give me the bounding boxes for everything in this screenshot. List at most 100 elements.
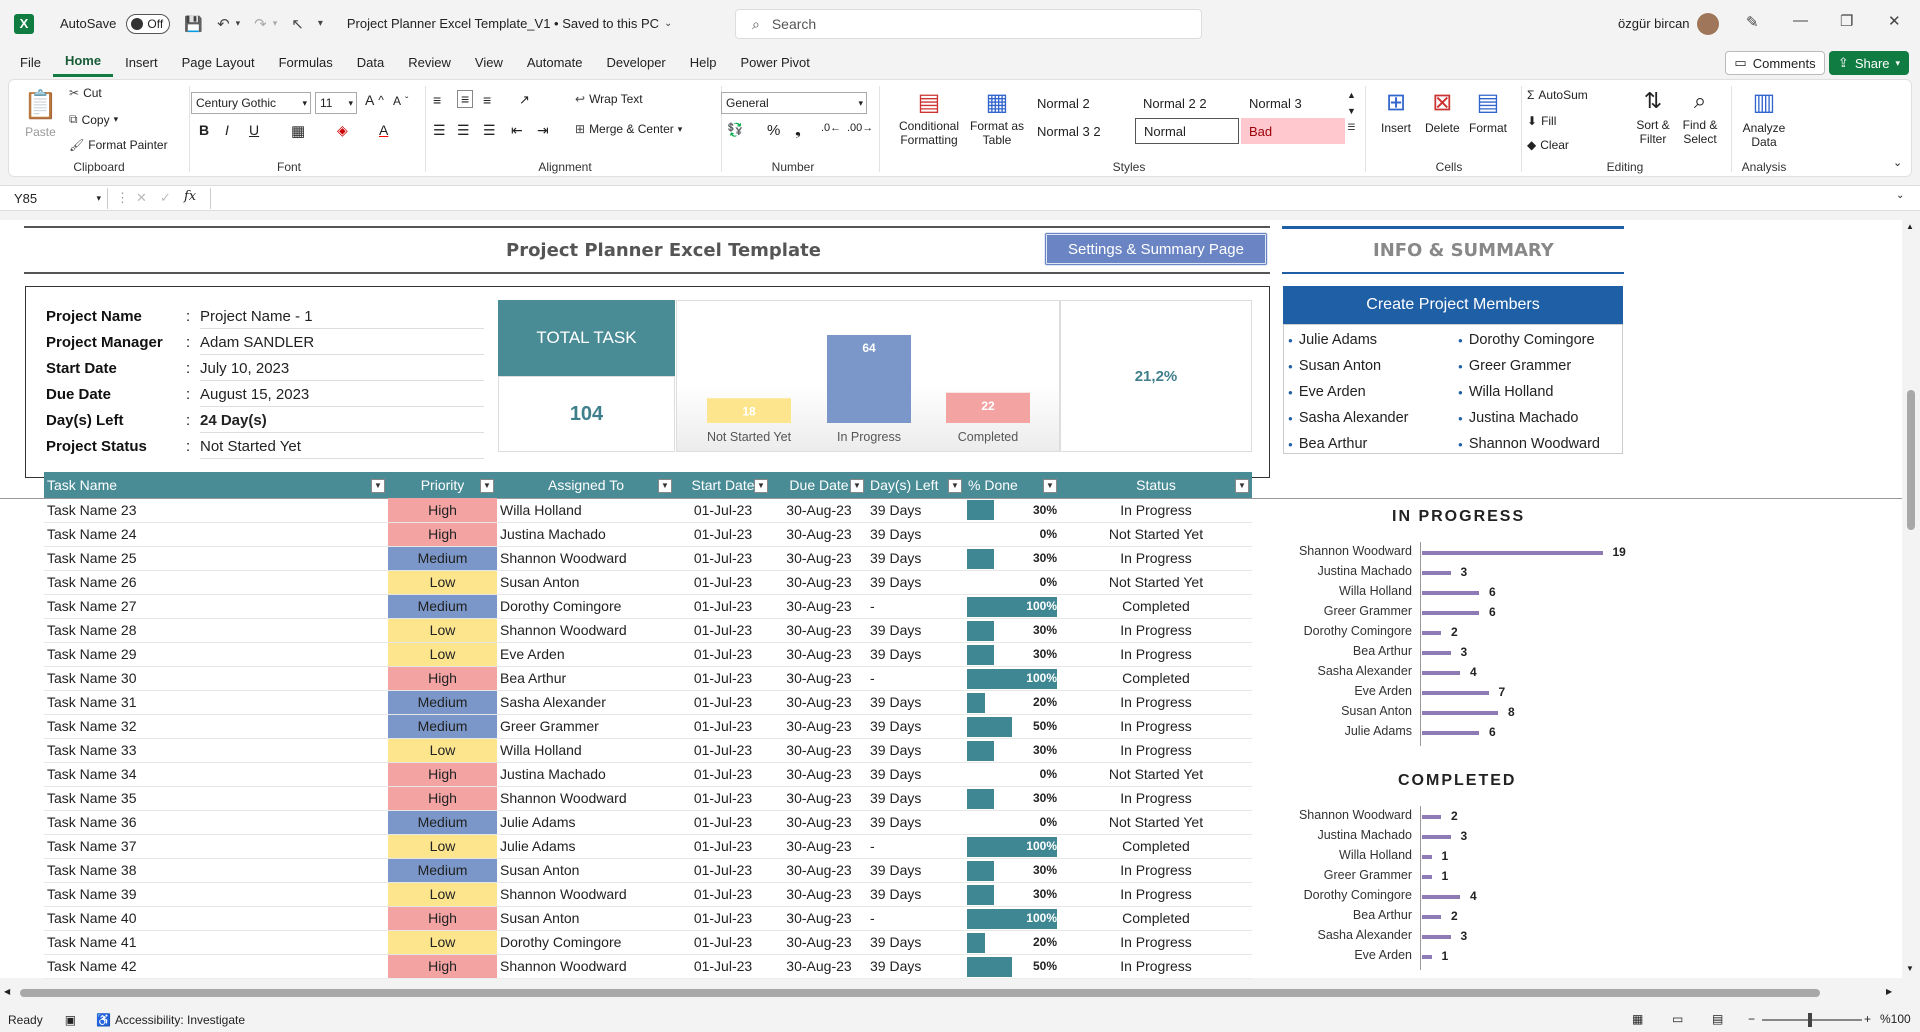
column-header[interactable]: Status ▼ — [1060, 472, 1252, 498]
column-header[interactable]: Priority ▼ — [388, 472, 497, 498]
start-date-cell[interactable]: 01-Jul-23 — [675, 810, 771, 835]
days-left-cell[interactable]: 39 Days — [867, 498, 965, 523]
undo-icon[interactable]: ↶ — [217, 15, 230, 33]
start-date-cell[interactable]: 01-Jul-23 — [675, 906, 771, 931]
wrap-text-button[interactable]: ↩ Wrap Text — [575, 92, 643, 106]
vertical-scrollbar[interactable]: ▲ ▼ — [1902, 220, 1920, 978]
assigned-to-cell[interactable]: Dorothy Comingore — [497, 930, 675, 955]
percent-done-cell[interactable]: 0% — [965, 522, 1060, 547]
tab-power-pivot[interactable]: Power Pivot — [729, 47, 822, 77]
days-left-cell[interactable]: 39 Days — [867, 858, 965, 883]
filter-dropdown-icon[interactable]: ▼ — [371, 479, 385, 493]
start-date-cell[interactable]: 01-Jul-23 — [675, 570, 771, 595]
task-name-cell[interactable]: Task Name 26 — [44, 570, 388, 595]
priority-cell[interactable]: High — [388, 906, 497, 931]
task-name-cell[interactable]: Task Name 23 — [44, 498, 388, 523]
assigned-to-cell[interactable]: Shannon Woodward — [497, 546, 675, 571]
start-date-cell[interactable]: 01-Jul-23 — [675, 498, 771, 523]
percent-done-cell[interactable]: 30% — [965, 738, 1060, 763]
comma-icon[interactable]: ❟ — [795, 122, 801, 139]
cancel-icon[interactable]: ✕ — [136, 190, 147, 206]
priority-cell[interactable]: Low — [388, 570, 497, 595]
start-date-cell[interactable]: 01-Jul-23 — [675, 714, 771, 739]
percent-icon[interactable]: % — [767, 122, 780, 139]
assigned-to-cell[interactable]: Shannon Woodward — [497, 882, 675, 907]
zoom-slider[interactable] — [1762, 1019, 1862, 1021]
horizontal-scroll-thumb[interactable] — [20, 989, 1820, 997]
filter-dropdown-icon[interactable]: ▼ — [754, 479, 768, 493]
status-cell[interactable]: In Progress — [1060, 714, 1252, 739]
more-options-icon[interactable]: ⋮ — [116, 190, 129, 206]
start-date-cell[interactable]: 01-Jul-23 — [675, 786, 771, 811]
status-cell[interactable]: Completed — [1060, 906, 1252, 931]
decrease-decimal-icon[interactable]: .00→ — [847, 122, 873, 134]
priority-cell[interactable]: Medium — [388, 594, 497, 619]
task-name-cell[interactable]: Task Name 41 — [44, 930, 388, 955]
autosave-toggle[interactable]: Off — [126, 13, 171, 34]
due-date-cell[interactable]: 30-Aug-23 — [771, 522, 867, 547]
task-name-cell[interactable]: Task Name 42 — [44, 954, 388, 979]
align-center-icon[interactable]: ☰ — [457, 122, 470, 139]
settings-summary-button[interactable]: Settings & Summary Page — [1044, 232, 1268, 266]
format-cells-button[interactable]: ▤ Format — [1469, 88, 1507, 135]
status-cell[interactable]: Completed — [1060, 594, 1252, 619]
assigned-to-cell[interactable]: Willa Holland — [497, 498, 675, 523]
align-middle-icon[interactable]: ≡ — [457, 90, 474, 108]
percent-done-cell[interactable]: 30% — [965, 858, 1060, 883]
due-date-cell[interactable]: 30-Aug-23 — [771, 858, 867, 883]
days-left-cell[interactable]: - — [867, 906, 965, 931]
start-date-cell[interactable]: 01-Jul-23 — [675, 642, 771, 667]
days-left-cell[interactable]: 39 Days — [867, 642, 965, 667]
formula-input[interactable] — [210, 188, 1890, 209]
status-cell[interactable]: In Progress — [1060, 690, 1252, 715]
paste-button[interactable]: 📋 Paste — [23, 88, 58, 139]
due-date-cell[interactable]: 30-Aug-23 — [771, 642, 867, 667]
table-row[interactable]: Task Name 28 Low Shannon Woodward 01-Jul-23… — [44, 618, 1252, 643]
vertical-scroll-thumb[interactable] — [1907, 390, 1915, 530]
status-cell[interactable]: Not Started Yet — [1060, 522, 1252, 547]
font-family-select[interactable]: Century Gothic ▾ — [191, 92, 311, 114]
priority-cell[interactable]: High — [388, 762, 497, 787]
start-date-cell[interactable]: 01-Jul-23 — [675, 858, 771, 883]
due-date-cell[interactable]: 30-Aug-23 — [771, 546, 867, 571]
days-left-cell[interactable]: - — [867, 666, 965, 691]
status-cell[interactable]: In Progress — [1060, 498, 1252, 523]
bold-button[interactable]: B — [199, 122, 209, 138]
due-date-cell[interactable]: 30-Aug-23 — [771, 906, 867, 931]
assigned-to-cell[interactable]: Dorothy Comingore — [497, 594, 675, 619]
due-date-cell[interactable]: 30-Aug-23 — [771, 786, 867, 811]
fill-button[interactable]: ⬇ Fill — [1527, 114, 1556, 128]
days-left-cell[interactable]: 39 Days — [867, 618, 965, 643]
filter-dropdown-icon[interactable]: ▼ — [850, 479, 864, 493]
task-name-cell[interactable]: Task Name 38 — [44, 858, 388, 883]
percent-done-cell[interactable]: 50% — [965, 714, 1060, 739]
due-date-cell[interactable]: 30-Aug-23 — [771, 690, 867, 715]
due-date-cell[interactable]: 30-Aug-23 — [771, 882, 867, 907]
user-name[interactable]: özgür bircan — [1618, 16, 1690, 31]
grow-font-button[interactable]: A ^ — [365, 92, 384, 108]
task-name-cell[interactable]: Task Name 40 — [44, 906, 388, 931]
task-name-cell[interactable]: Task Name 39 — [44, 882, 388, 907]
days-left-cell[interactable]: 39 Days — [867, 930, 965, 955]
priority-cell[interactable]: Medium — [388, 810, 497, 835]
create-members-button[interactable]: Create Project Members — [1283, 286, 1623, 324]
percent-done-cell[interactable]: 100% — [965, 594, 1060, 619]
zoom-level[interactable]: %100 — [1880, 1012, 1911, 1026]
shrink-font-button[interactable]: Aˇ — [393, 94, 408, 108]
info-value[interactable]: August 15, 2023 — [200, 386, 309, 403]
insert-cells-button[interactable]: ⊞ Insert — [1381, 88, 1411, 135]
pen-icon[interactable]: ✎ — [1746, 13, 1759, 31]
tab-developer[interactable]: Developer — [595, 47, 678, 77]
status-cell[interactable]: In Progress — [1060, 738, 1252, 763]
start-date-cell[interactable]: 01-Jul-23 — [675, 594, 771, 619]
tab-help[interactable]: Help — [678, 47, 729, 77]
table-row[interactable]: Task Name 24 High Justina Machado 01-Jul-23… — [44, 522, 1252, 547]
style-normal-2-2[interactable]: Normal 2 2 — [1135, 90, 1239, 116]
table-row[interactable]: Task Name 37 Low Julie Adams 01-Jul-23 30-Au… — [44, 834, 1252, 859]
tab-file[interactable]: File — [8, 47, 53, 77]
autosum-button[interactable]: Σ AutoSum — [1527, 88, 1588, 102]
column-header[interactable]: Start Date ▼ — [675, 472, 771, 498]
font-color-icon[interactable]: A — [379, 122, 388, 138]
percent-done-cell[interactable]: 0% — [965, 810, 1060, 835]
status-cell[interactable]: In Progress — [1060, 858, 1252, 883]
